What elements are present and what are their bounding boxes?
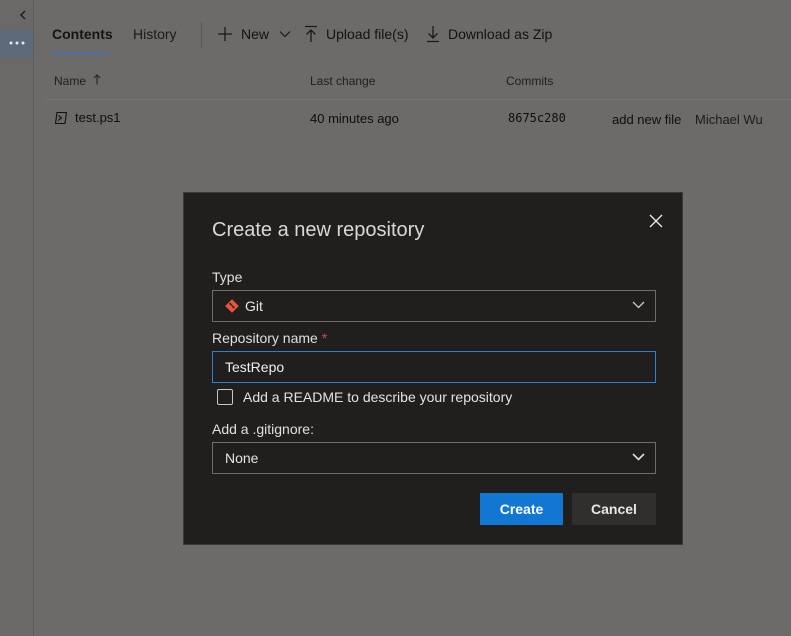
chevron-down-icon bbox=[279, 31, 291, 38]
chevron-down-icon bbox=[632, 301, 645, 309]
column-header-name[interactable]: Name bbox=[54, 74, 101, 88]
git-icon bbox=[225, 299, 239, 313]
column-header-last-change[interactable]: Last change bbox=[310, 74, 375, 88]
commit-message: add new file bbox=[612, 112, 682, 127]
close-icon bbox=[649, 214, 663, 228]
left-rail bbox=[0, 0, 34, 636]
repo-header: Contents History New Upload file(s) Down… bbox=[34, 0, 791, 66]
active-tab-underline bbox=[52, 52, 109, 54]
file-name-cell[interactable]: test.ps1 bbox=[54, 110, 121, 125]
plus-icon bbox=[218, 27, 232, 41]
tab-history[interactable]: History bbox=[133, 26, 177, 52]
dialog-title: Create a new repository bbox=[212, 219, 425, 241]
repository-name-input[interactable] bbox=[212, 351, 656, 383]
type-dropdown[interactable]: Git bbox=[212, 290, 656, 322]
more-button[interactable] bbox=[0, 30, 33, 57]
table-header-divider bbox=[46, 99, 791, 100]
close-button[interactable] bbox=[648, 213, 664, 229]
tab-history-label: History bbox=[133, 26, 177, 42]
download-zip-button[interactable]: Download as Zip bbox=[426, 24, 552, 44]
chevron-left-icon[interactable] bbox=[17, 8, 29, 22]
last-change-cell: 40 minutes ago bbox=[310, 111, 399, 126]
powershell-file-icon bbox=[54, 111, 68, 124]
cancel-button[interactable]: Cancel bbox=[572, 493, 656, 525]
gitignore-dropdown[interactable]: None bbox=[212, 442, 656, 474]
column-header-commits[interactable]: Commits bbox=[506, 74, 553, 88]
readme-checkbox[interactable] bbox=[217, 389, 233, 405]
create-repository-dialog: Create a new repository Type Git Reposit… bbox=[183, 192, 683, 545]
type-value: Git bbox=[245, 298, 263, 314]
column-name-label: Name bbox=[54, 74, 87, 88]
tab-contents[interactable]: Contents bbox=[52, 26, 113, 54]
chevron-down-icon bbox=[632, 453, 645, 461]
required-indicator: * bbox=[321, 330, 328, 346]
repository-name-label-text: Repository name bbox=[212, 330, 318, 346]
new-button[interactable]: New bbox=[217, 24, 291, 44]
gitignore-value: None bbox=[225, 450, 259, 466]
sort-ascending-icon bbox=[94, 74, 101, 85]
file-name: test.ps1 bbox=[75, 110, 121, 125]
download-icon bbox=[427, 26, 439, 43]
upload-icon bbox=[305, 25, 317, 42]
upload-files-button[interactable]: Upload file(s) bbox=[304, 24, 408, 44]
commit-id-link[interactable]: 8675c280 bbox=[508, 111, 566, 125]
upload-files-label: Upload file(s) bbox=[326, 26, 409, 42]
new-button-label: New bbox=[241, 26, 270, 42]
header-divider bbox=[201, 22, 202, 48]
repository-name-label: Repository name * bbox=[212, 330, 327, 346]
more-icon bbox=[9, 41, 25, 45]
commit-author: Michael Wu bbox=[695, 112, 763, 127]
download-zip-label: Download as Zip bbox=[448, 26, 553, 42]
type-label: Type bbox=[212, 269, 243, 285]
readme-checkbox-row[interactable]: Add a README to describe your repository bbox=[217, 389, 512, 405]
gitignore-label: Add a .gitignore: bbox=[212, 421, 314, 437]
tab-contents-label: Contents bbox=[52, 26, 113, 42]
readme-checkbox-label: Add a README to describe your repository bbox=[243, 389, 513, 405]
create-button[interactable]: Create bbox=[480, 493, 563, 525]
